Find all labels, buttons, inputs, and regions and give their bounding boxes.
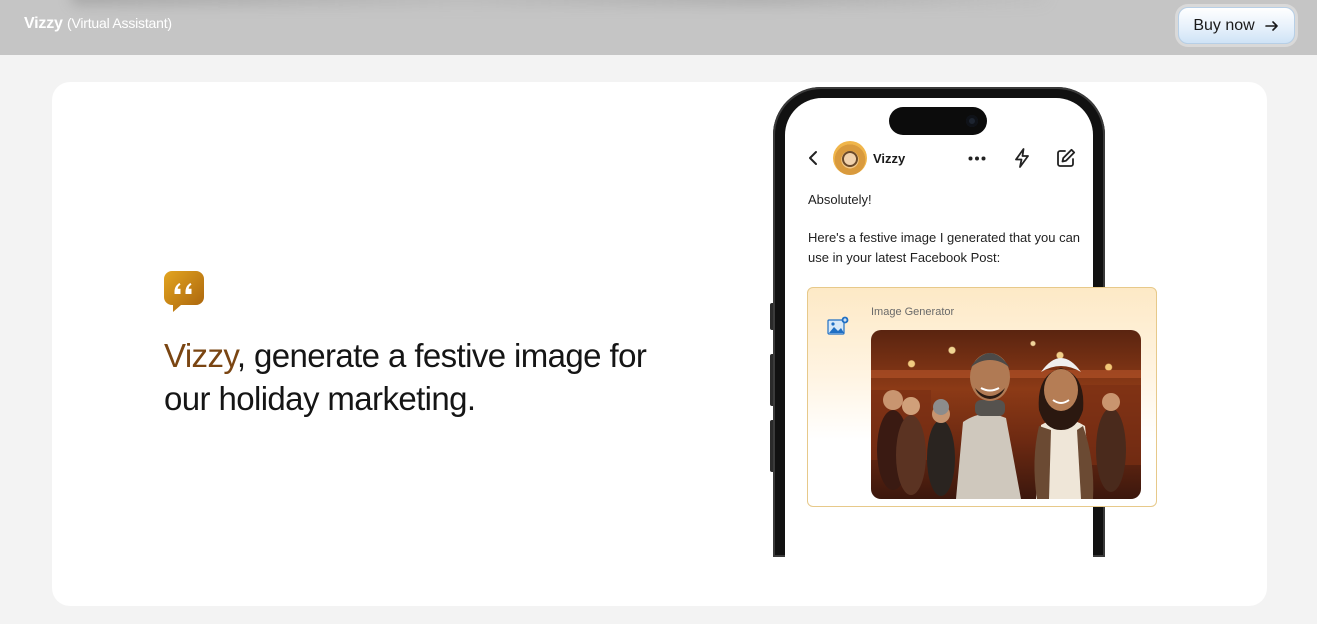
bolt-icon[interactable] bbox=[1013, 148, 1031, 168]
buy-now-label: Buy now bbox=[1193, 16, 1255, 34]
buy-now-button[interactable]: Buy now bbox=[1178, 7, 1295, 44]
back-chevron-icon[interactable] bbox=[807, 150, 821, 166]
brand-title[interactable]: Vizzy (Virtual Assistant) bbox=[24, 15, 172, 33]
chat-contact-name: Vizzy bbox=[873, 151, 906, 166]
chat-header: Vizzy bbox=[785, 140, 1093, 176]
headline-text: , generate a festive image for our holid… bbox=[164, 337, 647, 417]
chat-message: Absolutely! bbox=[808, 192, 872, 207]
brand-name: Vizzy bbox=[24, 15, 63, 32]
avatar[interactable] bbox=[833, 141, 867, 175]
brand-subtitle: (Virtual Assistant) bbox=[66, 15, 172, 31]
edit-icon[interactable] bbox=[1056, 148, 1076, 168]
camera-icon bbox=[966, 115, 978, 127]
arrow-right-icon bbox=[1264, 20, 1278, 31]
headline-assistant-name: Vizzy bbox=[164, 337, 237, 374]
dynamic-island bbox=[889, 107, 987, 135]
image-generator-icon bbox=[827, 316, 849, 335]
festive-couple-illustration bbox=[871, 353, 1141, 499]
hero-headline: Vizzy, generate a festive image for our … bbox=[164, 334, 684, 420]
image-generator-label: Image Generator bbox=[871, 306, 955, 318]
blurred-nav-background bbox=[70, 0, 1050, 6]
chat-message: Here's a festive image I generated that … bbox=[808, 230, 1081, 265]
more-dots-icon[interactable] bbox=[968, 156, 986, 161]
image-generator-card[interactable]: Image Generator bbox=[807, 287, 1157, 507]
generated-festive-image[interactable] bbox=[871, 330, 1141, 499]
quote-bubble-icon bbox=[164, 271, 204, 312]
top-bar: Vizzy (Virtual Assistant) Buy now bbox=[0, 0, 1317, 55]
avatar-face bbox=[842, 151, 858, 167]
